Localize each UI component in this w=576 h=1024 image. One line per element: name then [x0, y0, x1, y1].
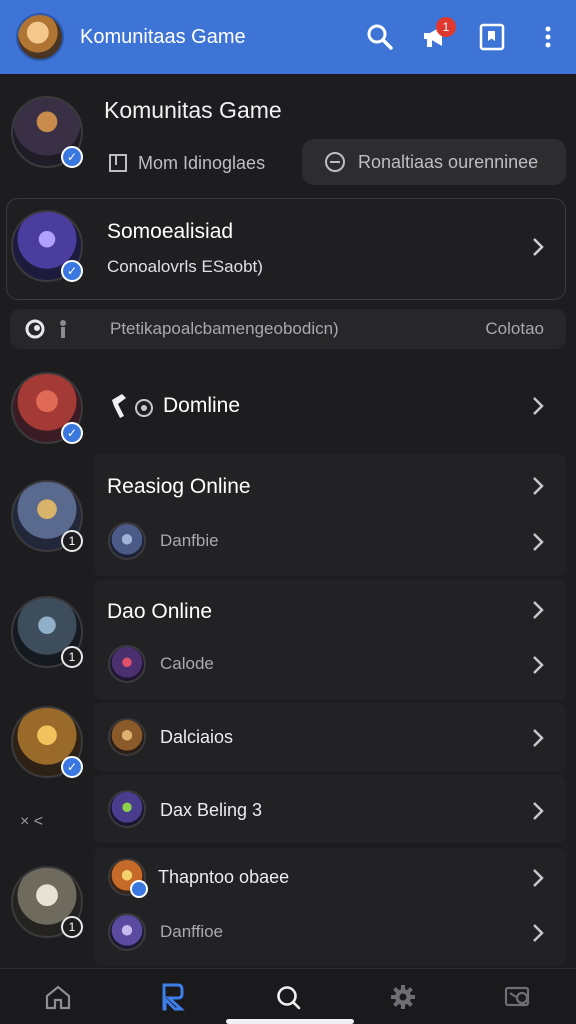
row-title: Reasiog Online	[107, 475, 251, 498]
verified-icon: ✓	[61, 146, 83, 168]
bookmark-icon	[479, 23, 505, 51]
swirl-icon	[25, 319, 45, 339]
row-title: Thapntoo obaee	[158, 867, 290, 887]
chevron-right-icon	[528, 598, 548, 622]
chevron-right-icon[interactable]	[528, 394, 548, 418]
app-bar: Komunitaas Game 1	[0, 0, 576, 74]
row-subtitle: Danffioe	[160, 922, 224, 941]
tab-tournaments[interactable]: Ronaltiaas ourenninee	[302, 139, 566, 185]
member-avatar[interactable]: 1	[11, 596, 83, 668]
list-item[interactable]	[94, 580, 566, 700]
pin-icon	[112, 394, 153, 418]
row-subtitle: Danfbie	[160, 531, 219, 550]
controller-icon	[162, 983, 185, 1010]
member-avatar[interactable]: 1	[11, 866, 83, 938]
featured-card[interactable]	[6, 198, 566, 300]
featured-avatar: ✓	[11, 210, 83, 282]
more-button[interactable]	[526, 15, 570, 59]
verified-icon: ✓	[61, 756, 83, 778]
more-vertical-icon	[545, 26, 551, 48]
verified-icon: ✓	[61, 422, 83, 444]
member-avatar[interactable]: ✓	[11, 372, 83, 444]
tab-members-label: Mom Idinoglaes	[138, 152, 266, 173]
chevron-right-icon[interactable]	[528, 921, 548, 945]
chevron-right-icon	[528, 235, 548, 259]
member-avatar[interactable]: 1	[11, 480, 83, 552]
row-title: Dax Beling 3	[160, 800, 263, 820]
bookmark-button[interactable]	[470, 15, 514, 59]
filter-text: Ptetikapoalcbamengeobodicn)	[110, 319, 339, 338]
filter-right-label[interactable]: Colotao	[485, 319, 544, 339]
row-subtitle: Calode	[160, 654, 214, 673]
chevron-right-icon[interactable]	[528, 653, 548, 677]
messages-icon	[505, 986, 530, 1006]
list-item[interactable]	[94, 848, 566, 966]
sub-avatar	[108, 718, 146, 756]
nav-home[interactable]	[34, 973, 82, 1021]
search-icon	[367, 24, 393, 50]
chevron-right-icon	[528, 866, 548, 890]
person-icon	[60, 320, 66, 338]
nav-explore[interactable]	[264, 973, 312, 1021]
side-marker: × <	[20, 813, 44, 830]
status-badge: 1	[61, 530, 83, 552]
verified-icon	[130, 880, 148, 898]
tab-tournaments-label: Ronaltiaas ourenninee	[358, 151, 539, 172]
gear-icon	[391, 984, 416, 1009]
row-title: Domline	[163, 394, 241, 417]
sub-avatar	[108, 522, 146, 560]
nav-messages[interactable]	[494, 973, 542, 1021]
sub-avatar	[108, 858, 148, 898]
clock-icon	[325, 152, 345, 172]
notifications-button[interactable]: 1	[414, 15, 458, 59]
page-title: Komunitas Game	[104, 97, 282, 123]
home-indicator	[226, 1019, 354, 1024]
square-icon	[109, 154, 127, 172]
chevron-right-icon	[528, 474, 548, 498]
status-badge: 1	[61, 916, 83, 938]
filter-bar[interactable]: Ptetikapoalcbamengeobodicn) Colotao	[10, 309, 566, 349]
sub-avatar	[108, 645, 146, 683]
member-avatar[interactable]: ✓	[11, 706, 83, 778]
community-avatar[interactable]: ✓	[11, 96, 83, 168]
chevron-right-icon[interactable]	[528, 799, 548, 823]
chevron-right-icon[interactable]	[528, 530, 548, 554]
status-badge: 1	[61, 646, 83, 668]
featured-title: Somoealisiad	[107, 220, 234, 243]
row-title: Dalciaios	[160, 727, 234, 747]
tab-members[interactable]: Mom Idinoglaes	[108, 146, 265, 180]
search-button[interactable]	[358, 15, 402, 59]
home-icon	[45, 985, 70, 1009]
app-logo-avatar[interactable]	[16, 13, 64, 61]
app-title: Komunitaas Game	[80, 25, 246, 48]
sub-avatar	[108, 790, 146, 828]
featured-subtitle: Conoalovrls ESaobt)	[107, 257, 263, 276]
search-icon	[277, 985, 301, 1009]
sub-avatar	[108, 913, 146, 951]
nav-settings[interactable]	[379, 973, 427, 1021]
notification-badge: 1	[436, 17, 456, 37]
chevron-right-icon[interactable]	[528, 726, 548, 750]
list-item[interactable]	[94, 454, 566, 576]
nav-games[interactable]	[149, 973, 197, 1021]
bottom-navigation	[0, 968, 576, 1024]
row-title: Dao Online	[107, 600, 213, 623]
verified-icon: ✓	[61, 260, 83, 282]
